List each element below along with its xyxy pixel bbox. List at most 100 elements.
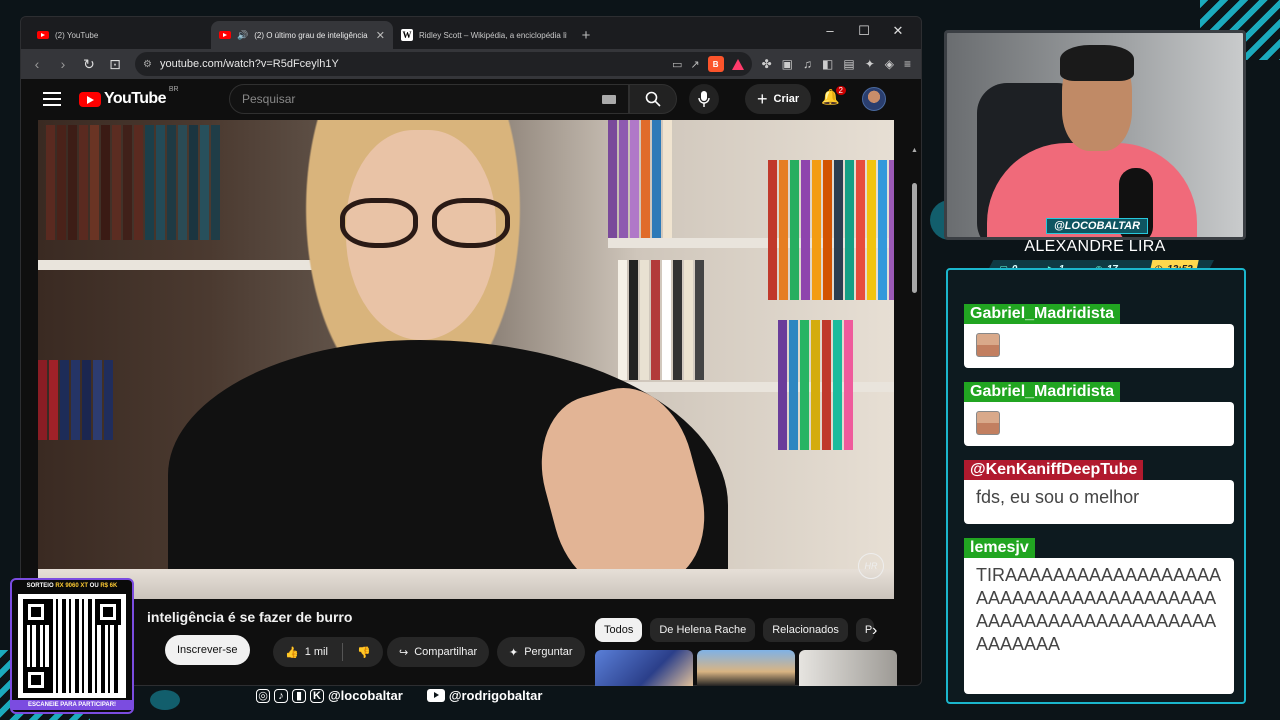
streamer-handle: @LOCOBALTAR: [1046, 218, 1148, 234]
streamer-name: ALEXANDRE LIRA: [1024, 238, 1166, 255]
chat-message: Gabriel_Madridista: [964, 304, 1234, 368]
tab-bar: (2) YouTube 🔊 (2) O último grau de intel…: [21, 17, 921, 49]
related-video-thumbnail[interactable]: [595, 650, 693, 686]
decorative-bookshelf: [38, 360, 113, 440]
chat-message-body: TIRAAAAAAAAAAAAAAAAAAAAAAAAAAAAAAAAAAAAA…: [964, 558, 1234, 694]
chat-message-body: [964, 324, 1234, 368]
chat-panel: Gabriel_Madridista Gabriel_Madridista @K…: [946, 268, 1246, 704]
bookmark-icon[interactable]: ⊡: [105, 54, 125, 74]
search-input[interactable]: Pesquisar: [229, 84, 629, 114]
brave-shields-icon[interactable]: B: [707, 56, 724, 72]
chat-username: Gabriel_Madridista: [964, 304, 1121, 324]
dislike-icon[interactable]: 👎: [357, 646, 371, 659]
chat-username: Gabriel_Madridista: [964, 382, 1121, 402]
tab-title: Ridley Scott – Wikipédia, a enciclopédia…: [419, 30, 567, 40]
search-button[interactable]: [629, 84, 677, 114]
close-icon[interactable]: ✕: [376, 29, 385, 42]
music-icon[interactable]: ♫: [803, 57, 812, 71]
speaker-icon[interactable]: 🔊: [237, 30, 248, 41]
extensions-toolbar: ✤ ▣ ♫ ◧ ▤ ✦ ◈ ≡: [758, 57, 915, 71]
share-icon: ↪: [399, 646, 409, 659]
social-handle: @locobaltar: [328, 688, 403, 703]
close-window-button[interactable]: ✕: [881, 23, 915, 39]
chevron-right-icon[interactable]: ›: [872, 622, 877, 640]
screenshot-icon[interactable]: ▣: [782, 57, 793, 71]
related-filter-chips: Todos De Helena Rache Relacionados P: [595, 617, 895, 643]
ask-button[interactable]: ✦ Perguntar: [497, 637, 585, 667]
keyboard-icon[interactable]: [602, 94, 616, 104]
video-title: inteligência é se fazer de burro: [147, 609, 353, 625]
like-dislike-group: 👍 1 mil 👎: [273, 637, 383, 667]
voice-search-button[interactable]: [689, 84, 719, 114]
wallet-icon[interactable]: ▤: [843, 57, 854, 71]
notifications-button[interactable]: 🔔 2: [821, 85, 847, 110]
extensions-icon[interactable]: ✤: [762, 57, 772, 71]
related-video-thumbnail[interactable]: [697, 650, 795, 686]
create-label: Criar: [773, 93, 800, 105]
webcam-feed: [944, 30, 1246, 240]
plus-icon: +: [757, 89, 768, 109]
chat-message: Gabriel_Madridista: [964, 382, 1234, 446]
decorative-bookshelf: [768, 160, 894, 300]
emote-icon: [976, 411, 1000, 436]
forward-icon[interactable]: ›: [53, 54, 73, 74]
share-button[interactable]: ↪ Compartilhar: [387, 637, 490, 667]
giveaway-qr-panel[interactable]: SORTEIO RX 9060 XT OU R$ 6K ESCANEIE PAR…: [10, 578, 134, 714]
page-scrollbar[interactable]: ▲ ▼: [911, 147, 919, 685]
chip-channel[interactable]: De Helena Rache: [650, 618, 756, 642]
notification-badge: 2: [834, 85, 847, 96]
create-button[interactable]: + Criar: [745, 84, 812, 114]
scroll-up-icon[interactable]: ▲: [911, 147, 918, 154]
url-field[interactable]: ⚙ youtube.com/watch?v=R5dFceylh1Y ▭ ↗ B: [135, 52, 752, 76]
twitch-icon: ▮: [292, 688, 306, 703]
social-handle: @rodrigobaltar: [448, 688, 543, 703]
youtube-icon: [219, 31, 231, 39]
new-tab-button[interactable]: +: [575, 21, 597, 49]
share-icon[interactable]: ↗: [690, 58, 699, 71]
hamburger-menu-icon[interactable]: [43, 92, 61, 106]
maximize-button[interactable]: ☐: [847, 23, 881, 39]
back-icon[interactable]: ‹: [27, 54, 47, 74]
related-video-thumbnail[interactable]: [799, 650, 897, 686]
minimize-button[interactable]: –: [813, 23, 847, 39]
related-videos: [595, 650, 897, 686]
instagram-icon: ◎: [256, 688, 270, 703]
subscribe-button[interactable]: Inscrever-se: [165, 635, 250, 665]
qr-code[interactable]: [18, 594, 126, 698]
chip-all[interactable]: Todos: [595, 618, 643, 642]
tiktok-icon: ♪: [274, 688, 288, 703]
chip-related[interactable]: Relacionados: [763, 618, 848, 642]
giveaway-prize: R$ 6K: [100, 583, 118, 589]
like-count[interactable]: 1 mil: [305, 646, 328, 658]
like-icon[interactable]: 👍: [285, 646, 299, 659]
brave-rewards-icon[interactable]: [731, 58, 744, 70]
cast-icon[interactable]: ▭: [672, 58, 682, 71]
tab-youtube[interactable]: (2) YouTube: [29, 21, 211, 49]
site-settings-icon[interactable]: ⚙: [143, 59, 152, 70]
chat-message: lemesjv TIRAAAAAAAAAAAAAAAAAAAAAAAAAAAAA…: [964, 538, 1234, 694]
sidebar-icon[interactable]: ◧: [822, 57, 833, 71]
youtube-icon: [37, 31, 49, 39]
window-controls: – ☐ ✕: [813, 23, 915, 39]
social-handles: ◎ ♪ ▮ K @locobaltar @rodrigobaltar: [256, 688, 542, 703]
chat-message: @KenKaniffDeepTube fds, eu sou o melhor: [964, 460, 1234, 524]
tab-video[interactable]: 🔊 (2) O último grau de inteligência é ✕: [211, 21, 393, 49]
vpn-icon[interactable]: ◈: [885, 57, 894, 71]
youtube-logo[interactable]: YouTube BR: [79, 86, 179, 108]
giveaway-prize: RX 9060 XT: [55, 583, 88, 589]
menu-icon[interactable]: ≡: [904, 57, 911, 71]
tab-wikipedia[interactable]: W Ridley Scott – Wikipédia, a enciclopéd…: [393, 21, 575, 49]
avatar[interactable]: [862, 87, 886, 111]
youtube-icon: [426, 689, 445, 702]
wikipedia-icon: W: [401, 29, 413, 41]
address-bar: ‹ › ↻ ⊡ ⚙ youtube.com/watch?v=R5dFceylh1…: [21, 49, 921, 79]
decorative-splat: [150, 690, 180, 710]
scrollbar-thumb[interactable]: [912, 183, 917, 293]
leo-ai-icon[interactable]: ✦: [865, 57, 875, 71]
giveaway-prefix: SORTEIO: [26, 583, 56, 589]
video-player[interactable]: HR: [38, 120, 894, 599]
channel-watermark[interactable]: HR: [858, 553, 884, 579]
youtube-page: YouTube BR Pesquisar + Criar 🔔 2 HR inte…: [21, 79, 921, 685]
reload-icon[interactable]: ↻: [79, 54, 99, 74]
decorative-bookshelf: [618, 260, 704, 380]
